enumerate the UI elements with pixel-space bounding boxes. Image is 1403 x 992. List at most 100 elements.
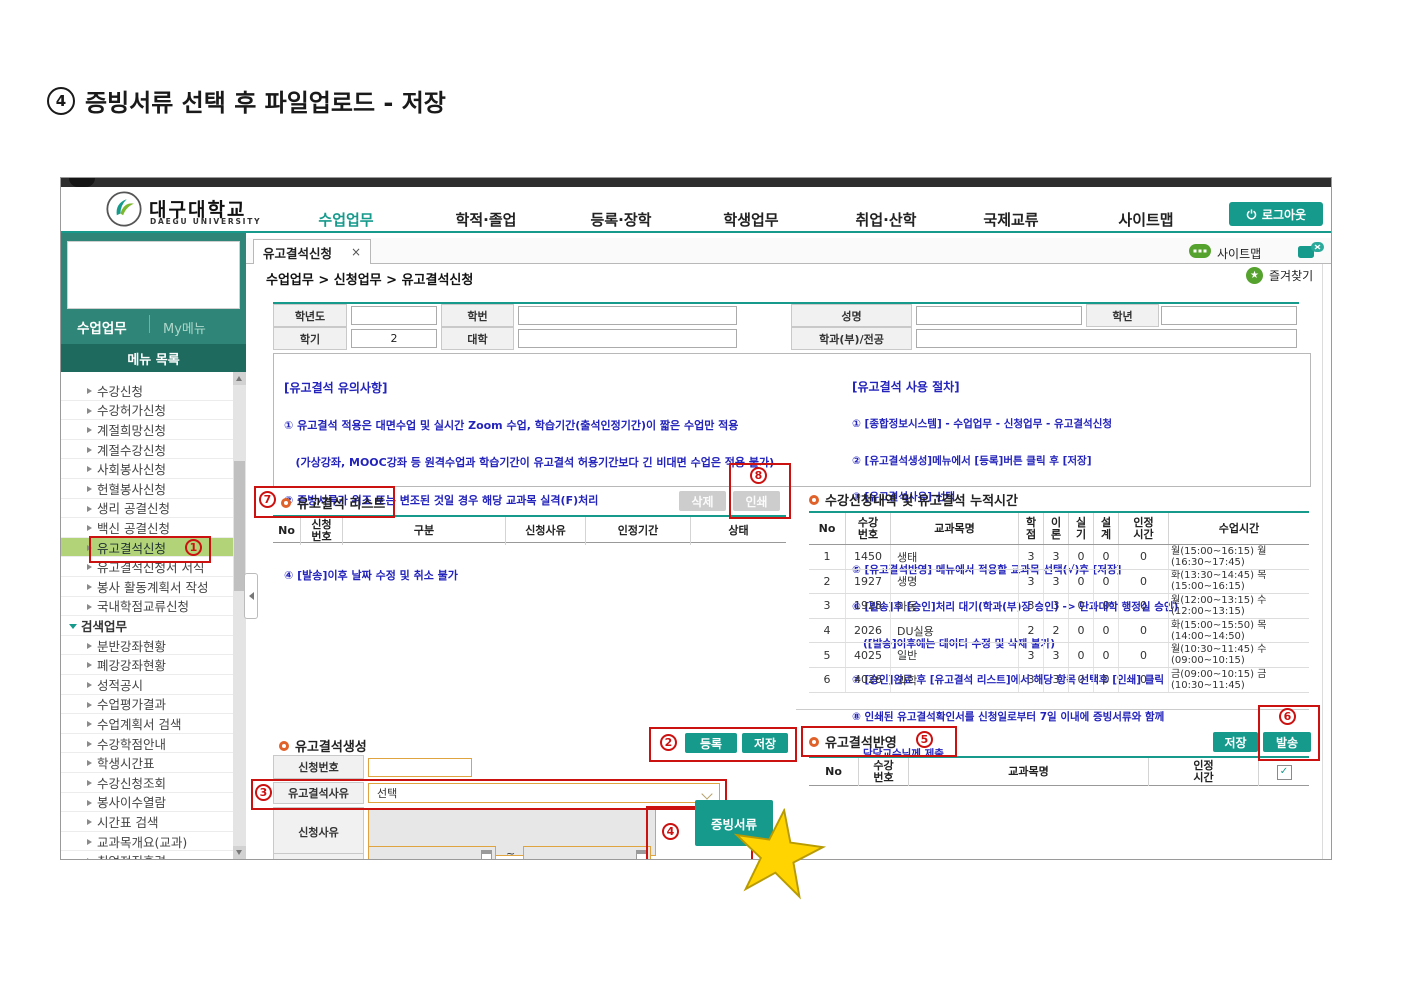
enrollment-header: No 수강 번호 교과목명 학 점 이 론 실 기 설 계 인정 시간 수업시간 xyxy=(809,511,1309,545)
period-start-input[interactable] xyxy=(368,846,496,860)
sidebar-item-seasonal-wish[interactable]: 계절희망신청 xyxy=(61,420,233,440)
register-button[interactable]: 등록 xyxy=(685,733,737,753)
bullet-icon xyxy=(809,495,819,505)
grade-input[interactable] xyxy=(1161,306,1297,325)
table-row: 11450 생태3 30 00 월(15:00~16:15) 월(16:30~1… xyxy=(809,545,1309,570)
annotation-5: 5 xyxy=(916,731,933,748)
sidebar-item-course-outline[interactable]: 교과목개요(교과) xyxy=(61,832,233,852)
sidebar-tab-classwork[interactable]: 수업업무 xyxy=(77,317,127,337)
col-status: 상태 xyxy=(691,517,786,545)
sidebar-item-vaccine-absence[interactable]: 백신 공결신청 xyxy=(61,518,233,538)
notice-line: ② [유고결석생성]메뉴에서 [등록]버튼 클릭 후 [저장] xyxy=(852,455,1178,467)
logout-button[interactable]: 로그아웃 xyxy=(1229,202,1323,226)
col-design: 설 계 xyxy=(1094,513,1119,544)
tab-excused-absence[interactable]: 유고결석신청 × xyxy=(253,239,371,264)
sidebar-collapse-handle[interactable] xyxy=(244,573,258,619)
nav-item-student-affairs[interactable]: 학생업무 xyxy=(723,209,778,230)
sidebar-item-seasonal-course[interactable]: 계절수강신청 xyxy=(61,440,233,460)
sidebar-item-closed-courses[interactable]: 폐강강좌현황 xyxy=(61,655,233,675)
period-tilde: ~ xyxy=(506,847,515,860)
nav-item-sitemap[interactable]: 사이트맵 xyxy=(1118,209,1173,230)
sidebar-item-blood-donation[interactable]: 헌혈봉사신청 xyxy=(61,479,233,499)
nav-item-classwork[interactable]: 수업업무 xyxy=(318,209,373,230)
tab-close-icon[interactable]: × xyxy=(351,245,361,259)
sitemap-icon[interactable] xyxy=(1189,244,1211,258)
sitemap-link[interactable]: 사이트맵 xyxy=(1217,245,1261,262)
sidebar-item-clipped[interactable]: 취업전직훈련 xyxy=(61,851,233,859)
star-annotation-icon xyxy=(722,801,834,906)
sidebar-item-menstrual-absence[interactable]: 생리 공결신청 xyxy=(61,499,233,519)
col-course: 교과목명 xyxy=(891,513,1019,544)
sidebar-item-social-service[interactable]: 사회봉사신청 xyxy=(61,459,233,479)
enrollment-title-text: 수강신청내역 및 유고결석 누적시간 xyxy=(825,490,1018,509)
sidebar-item-eval-results[interactable]: 수업평가결과 xyxy=(61,695,233,715)
breadcrumb: 수업업무 > 신청업무 > 유고결석신청 xyxy=(266,269,473,288)
sidebar-item-service-view[interactable]: 봉사이수열람 xyxy=(61,793,233,813)
power-icon xyxy=(1246,209,1257,220)
scrollbar-thumb[interactable] xyxy=(234,461,245,591)
col-category: 구분 xyxy=(343,517,506,545)
favorites-button[interactable]: ★ 즐겨찾기 xyxy=(1246,267,1313,284)
student-id-input[interactable] xyxy=(518,306,737,325)
year-input[interactable] xyxy=(351,306,437,325)
name-input[interactable] xyxy=(916,306,1082,325)
apply-save-button[interactable]: 저장 xyxy=(1213,732,1258,752)
year-label: 학년도 xyxy=(273,304,347,327)
app-no-input[interactable] xyxy=(368,758,472,777)
col-credit: 학 점 xyxy=(1019,513,1044,544)
col-course: 교과목명 xyxy=(909,758,1149,786)
sidebar-item-syllabus-search[interactable]: 수업계획서 검색 xyxy=(61,714,233,734)
tab-label: 유고결석신청 xyxy=(263,243,332,262)
select-all-checkbox[interactable]: ✓ xyxy=(1277,765,1292,780)
table-row: 31928 아동3 30 00 월(12:00~13:15) 수(12:00~1… xyxy=(809,594,1309,619)
notice-line: (가상강좌, MOOC강좌 등 원격수업과 학습기간이 유고결석 허용기간보다 … xyxy=(284,457,774,470)
sidebar-item-service-plan[interactable]: 봉사 활동계획서 작성 xyxy=(61,577,233,597)
nav-item-registration[interactable]: 등록·장학 xyxy=(591,209,652,230)
annotation-box-5 xyxy=(801,726,957,757)
period-label: 인정기간 xyxy=(273,853,364,860)
star-icon: ★ xyxy=(1246,267,1263,284)
scroll-up-icon[interactable] xyxy=(233,372,246,385)
sidebar-item-student-timetable[interactable]: 학생시간표 xyxy=(61,753,233,773)
calendar-icon[interactable] xyxy=(481,850,492,860)
table-row: 64026 과학3 30 00 금(09:00~10:15) 금(10:30~1… xyxy=(809,668,1309,693)
grade-label: 학년 xyxy=(1086,304,1159,327)
logout-label: 로그아웃 xyxy=(1262,206,1306,223)
notice-box: [유고결석 유의사항] ① 유고결석 적용은 대면수업 및 실시간 Zoom 수… xyxy=(273,353,1311,487)
sidebar-item-credit-guide[interactable]: 수강학점안내 xyxy=(61,734,233,754)
period-end-input[interactable] xyxy=(523,846,651,860)
nav-item-international[interactable]: 국제교류 xyxy=(983,209,1038,230)
page: 4 증빙서류 선택 후 파일업로드 - 저장 대구대학교 DAEGU UNIVE… xyxy=(0,0,1403,992)
term-input[interactable]: 2 xyxy=(351,329,437,348)
college-input[interactable] xyxy=(518,329,737,348)
tab-bar xyxy=(246,238,1331,264)
sidebar-item-grade-posting[interactable]: 성적공시 xyxy=(61,675,233,695)
col-period: 인정기간 xyxy=(586,517,691,545)
sidebar-item-domestic-credit[interactable]: 국내학점교류신청 xyxy=(61,597,233,617)
nav-item-records[interactable]: 학적·졸업 xyxy=(456,209,517,230)
table-row: 21927 생명3 30 00 화(13:30~14:45) 목(15:00~1… xyxy=(809,570,1309,595)
name-label: 성명 xyxy=(791,304,912,327)
nav-item-career[interactable]: 취업·산학 xyxy=(856,209,917,230)
student-id-label: 학번 xyxy=(441,304,514,327)
portal-window: 대구대학교 DAEGU UNIVERSITY 수업업무 학적·졸업 등록·장학 … xyxy=(60,177,1332,860)
create-title: 유고결석생성 xyxy=(279,736,367,755)
apply-header: No 수강 번호 교과목명 인정 시간 ✓ xyxy=(809,756,1309,786)
sidebar-item-section-status[interactable]: 분반강좌현황 xyxy=(61,636,233,656)
col-no: No xyxy=(809,758,859,786)
sidebar-item-timetable-search[interactable]: 시간표 검색 xyxy=(61,812,233,832)
scroll-down-icon[interactable] xyxy=(233,846,246,859)
section-divider xyxy=(796,709,1309,710)
sidebar-category-search[interactable]: 검색업무 xyxy=(61,616,233,636)
col-recognized: 인정 시간 xyxy=(1119,513,1169,544)
delete-button[interactable]: 삭제 xyxy=(679,491,726,511)
window-tabs-icon[interactable] xyxy=(1298,242,1324,259)
sidebar-item-course-registration[interactable]: 수강신청 xyxy=(61,381,233,401)
create-save-button[interactable]: 저장 xyxy=(742,733,788,753)
dept-input[interactable] xyxy=(916,329,1297,348)
sidebar-tab-mymenu[interactable]: My메뉴 xyxy=(163,318,206,337)
sidebar-item-course-permission[interactable]: 수강허가신청 xyxy=(61,401,233,421)
notice-line: ④ [발송]이후 날짜 수정 및 취소 불가 xyxy=(284,570,774,583)
sidebar-item-registration-lookup[interactable]: 수강신청조회 xyxy=(61,773,233,793)
send-button[interactable]: 발송 xyxy=(1263,732,1311,752)
